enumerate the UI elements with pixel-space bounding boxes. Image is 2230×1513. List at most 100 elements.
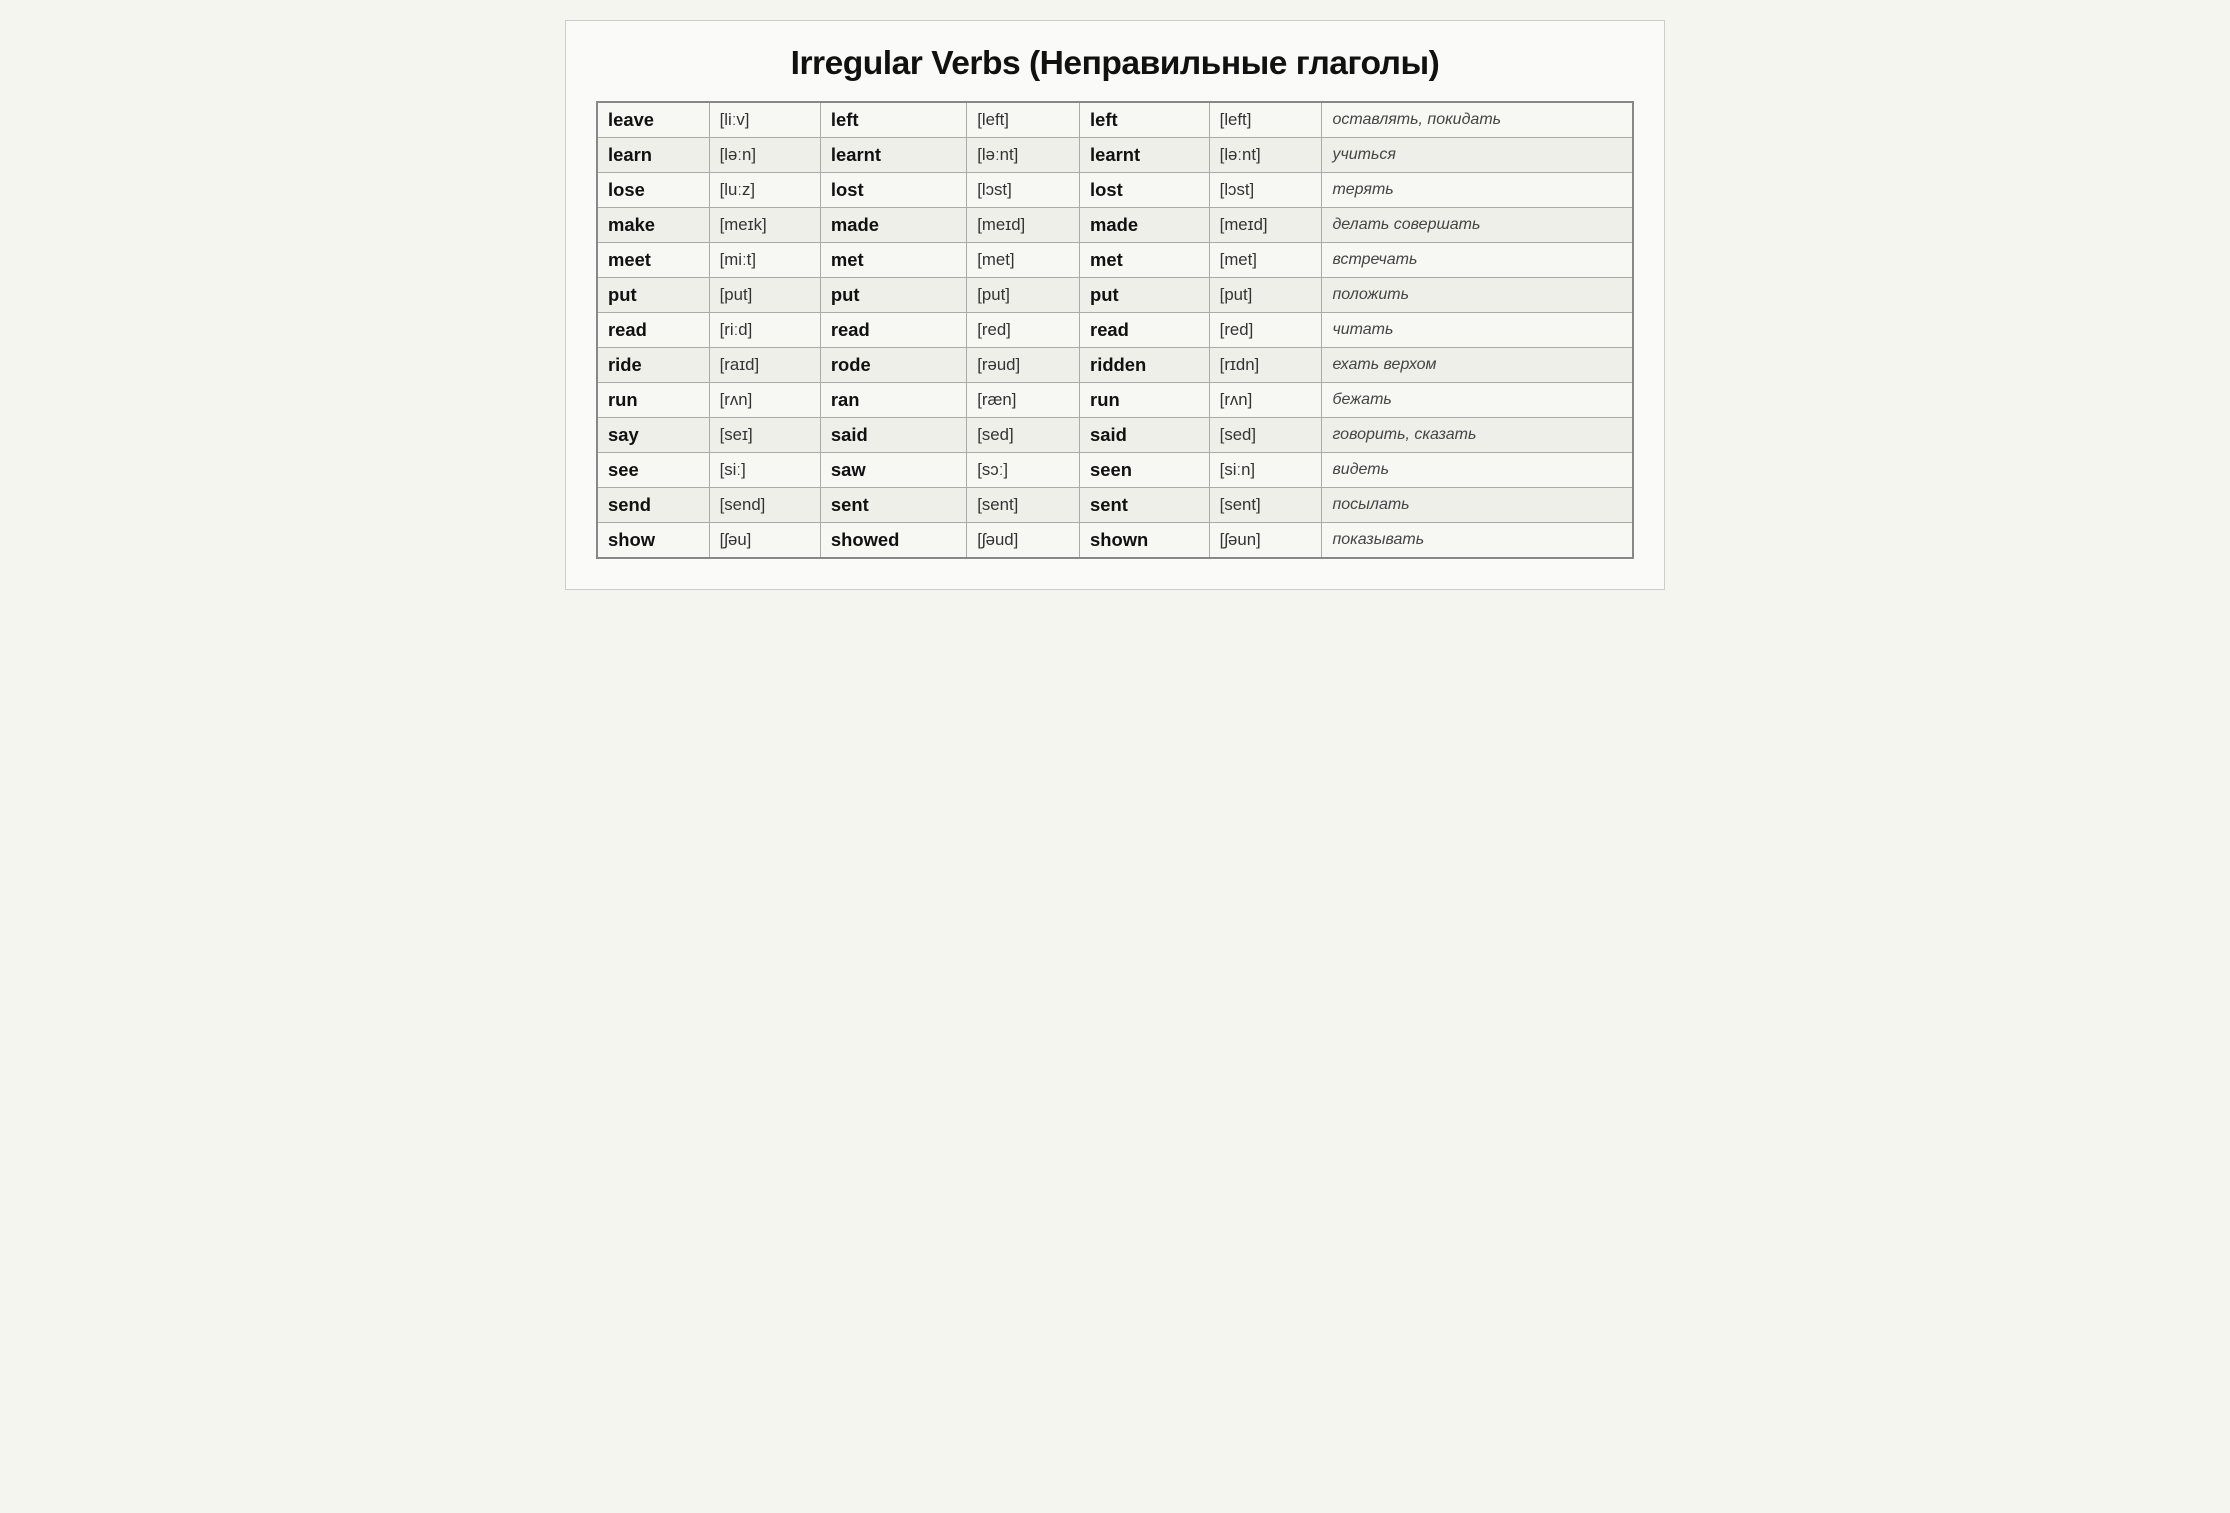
base-verb: meet bbox=[597, 243, 709, 278]
table-row: leave[liːv]left[left]left[left]оставлять… bbox=[597, 102, 1633, 138]
translation: оставлять, покидать bbox=[1322, 102, 1633, 138]
phonetic-2: [ʃəud] bbox=[967, 523, 1080, 559]
page-container: Irregular Verbs (Неправильные глаголы) l… bbox=[565, 20, 1665, 590]
past-participle: left bbox=[1080, 102, 1210, 138]
verbs-table: leave[liːv]left[left]left[left]оставлять… bbox=[596, 101, 1634, 559]
translation: показывать bbox=[1322, 523, 1633, 559]
phonetic-2: [met] bbox=[967, 243, 1080, 278]
past-simple: made bbox=[820, 208, 966, 243]
translation: делать совершать bbox=[1322, 208, 1633, 243]
phonetic-2: [left] bbox=[967, 102, 1080, 138]
translation: учиться bbox=[1322, 138, 1633, 173]
phonetic-1: [rʌn] bbox=[709, 383, 820, 418]
phonetic-1: [raɪd] bbox=[709, 348, 820, 383]
past-participle: lost bbox=[1080, 173, 1210, 208]
base-verb: read bbox=[597, 313, 709, 348]
past-simple: left bbox=[820, 102, 966, 138]
phonetic-1: [meɪk] bbox=[709, 208, 820, 243]
phonetic-3: [siːn] bbox=[1209, 453, 1322, 488]
past-simple: put bbox=[820, 278, 966, 313]
base-verb: put bbox=[597, 278, 709, 313]
base-verb: leave bbox=[597, 102, 709, 138]
past-participle: seen bbox=[1080, 453, 1210, 488]
base-verb: lose bbox=[597, 173, 709, 208]
past-participle: put bbox=[1080, 278, 1210, 313]
phonetic-3: [sent] bbox=[1209, 488, 1322, 523]
past-simple: lost bbox=[820, 173, 966, 208]
base-verb: say bbox=[597, 418, 709, 453]
translation: посылать bbox=[1322, 488, 1633, 523]
phonetic-1: [luːz] bbox=[709, 173, 820, 208]
translation: ехать верхом bbox=[1322, 348, 1633, 383]
table-row: meet[miːt]met[met]met[met]встречать bbox=[597, 243, 1633, 278]
phonetic-3: [sed] bbox=[1209, 418, 1322, 453]
past-participle: shown bbox=[1080, 523, 1210, 559]
translation: терять bbox=[1322, 173, 1633, 208]
phonetic-3: [rɪdn] bbox=[1209, 348, 1322, 383]
phonetic-1: [miːt] bbox=[709, 243, 820, 278]
past-simple: showed bbox=[820, 523, 966, 559]
past-simple: met bbox=[820, 243, 966, 278]
phonetic-3: [ləːnt] bbox=[1209, 138, 1322, 173]
phonetic-3: [left] bbox=[1209, 102, 1322, 138]
phonetic-3: [red] bbox=[1209, 313, 1322, 348]
past-participle: learnt bbox=[1080, 138, 1210, 173]
table-row: see[siː]saw[sɔː]seen[siːn]видеть bbox=[597, 453, 1633, 488]
past-participle: read bbox=[1080, 313, 1210, 348]
phonetic-1: [send] bbox=[709, 488, 820, 523]
phonetic-2: [ləːnt] bbox=[967, 138, 1080, 173]
table-row: run[rʌn]ran[ræn]run[rʌn]бежать bbox=[597, 383, 1633, 418]
phonetic-1: [put] bbox=[709, 278, 820, 313]
phonetic-1: [ʃəu] bbox=[709, 523, 820, 559]
phonetic-1: [liːv] bbox=[709, 102, 820, 138]
past-simple: read bbox=[820, 313, 966, 348]
translation: читать bbox=[1322, 313, 1633, 348]
translation: видеть bbox=[1322, 453, 1633, 488]
table-row: show[ʃəu]showed[ʃəud]shown[ʃəun]показыва… bbox=[597, 523, 1633, 559]
past-participle: made bbox=[1080, 208, 1210, 243]
translation: бежать bbox=[1322, 383, 1633, 418]
past-participle: ridden bbox=[1080, 348, 1210, 383]
phonetic-2: [sɔː] bbox=[967, 453, 1080, 488]
table-row: lose[luːz]lost[lɔst]lost[lɔst]терять bbox=[597, 173, 1633, 208]
phonetic-1: [ləːn] bbox=[709, 138, 820, 173]
phonetic-3: [meɪd] bbox=[1209, 208, 1322, 243]
base-verb: make bbox=[597, 208, 709, 243]
phonetic-3: [met] bbox=[1209, 243, 1322, 278]
table-row: ride[raɪd]rode[rəud]ridden[rɪdn]ехать ве… bbox=[597, 348, 1633, 383]
phonetic-1: [riːd] bbox=[709, 313, 820, 348]
past-simple: saw bbox=[820, 453, 966, 488]
base-verb: run bbox=[597, 383, 709, 418]
phonetic-2: [sed] bbox=[967, 418, 1080, 453]
past-simple: learnt bbox=[820, 138, 966, 173]
base-verb: ride bbox=[597, 348, 709, 383]
past-participle: met bbox=[1080, 243, 1210, 278]
translation: говорить, сказать bbox=[1322, 418, 1633, 453]
phonetic-2: [sent] bbox=[967, 488, 1080, 523]
past-simple: sent bbox=[820, 488, 966, 523]
past-simple: said bbox=[820, 418, 966, 453]
phonetic-3: [ʃəun] bbox=[1209, 523, 1322, 559]
phonetic-3: [put] bbox=[1209, 278, 1322, 313]
table-row: put[put]put[put]put[put]положить bbox=[597, 278, 1633, 313]
base-verb: show bbox=[597, 523, 709, 559]
phonetic-1: [siː] bbox=[709, 453, 820, 488]
base-verb: see bbox=[597, 453, 709, 488]
base-verb: learn bbox=[597, 138, 709, 173]
phonetic-1: [seɪ] bbox=[709, 418, 820, 453]
past-simple: ran bbox=[820, 383, 966, 418]
translation: встречать bbox=[1322, 243, 1633, 278]
table-row: learn[ləːn]learnt[ləːnt]learnt[ləːnt]учи… bbox=[597, 138, 1633, 173]
past-participle: said bbox=[1080, 418, 1210, 453]
table-row: read[riːd]read[red]read[red]читать bbox=[597, 313, 1633, 348]
table-row: send[send]sent[sent]sent[sent]посылать bbox=[597, 488, 1633, 523]
phonetic-3: [rʌn] bbox=[1209, 383, 1322, 418]
past-participle: sent bbox=[1080, 488, 1210, 523]
phonetic-2: [lɔst] bbox=[967, 173, 1080, 208]
past-participle: run bbox=[1080, 383, 1210, 418]
base-verb: send bbox=[597, 488, 709, 523]
phonetic-2: [meɪd] bbox=[967, 208, 1080, 243]
translation: положить bbox=[1322, 278, 1633, 313]
table-row: make[meɪk]made[meɪd]made[meɪd]делать сов… bbox=[597, 208, 1633, 243]
phonetic-2: [put] bbox=[967, 278, 1080, 313]
